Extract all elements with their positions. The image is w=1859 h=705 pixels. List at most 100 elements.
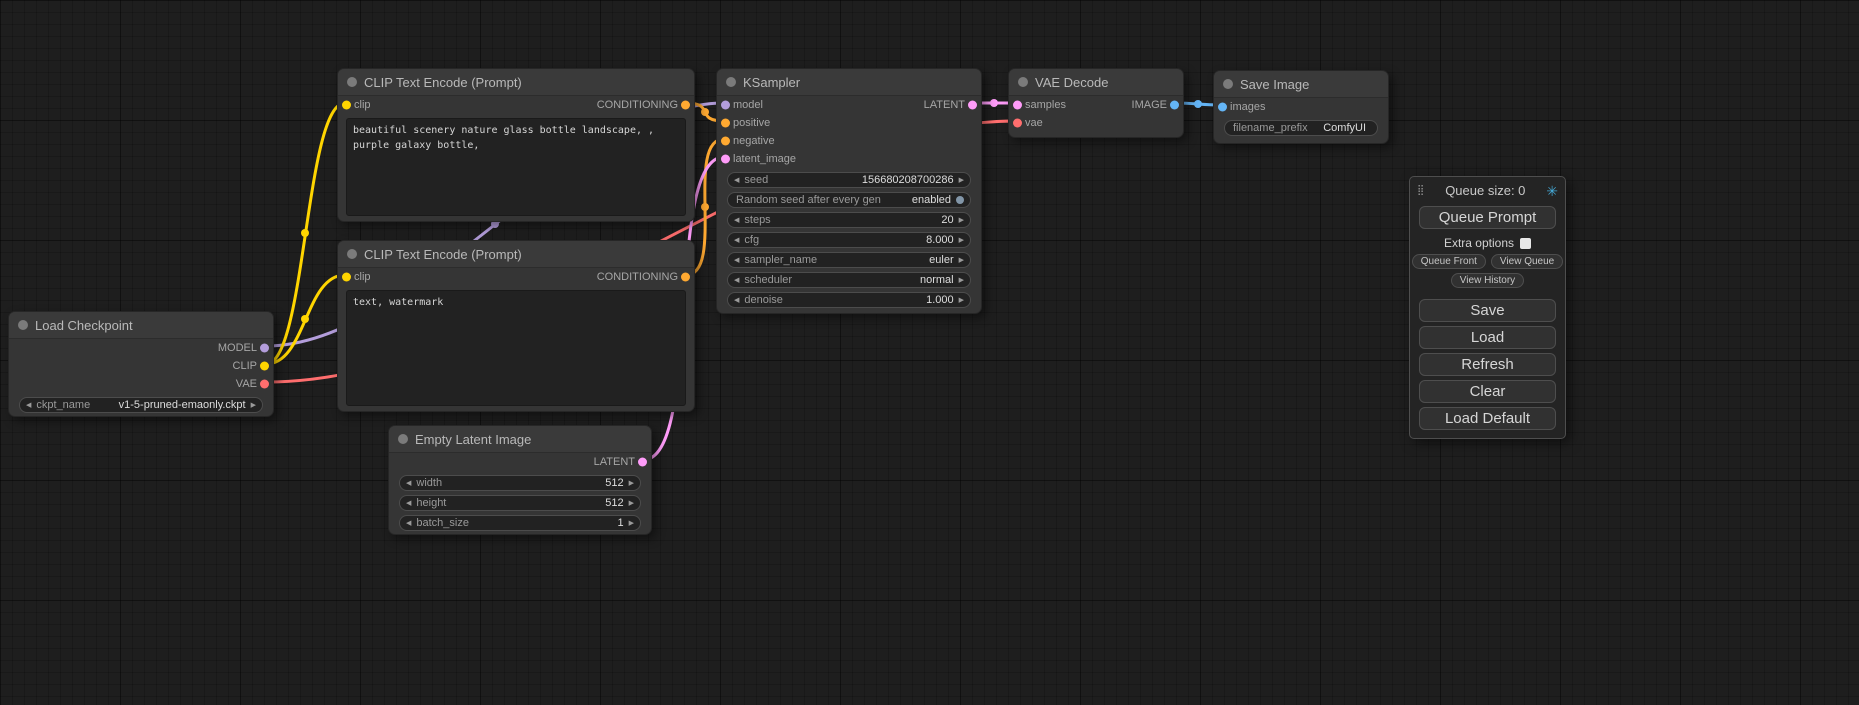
node-ksampler[interactable]: KSampler model LATENT positive negative … — [716, 68, 982, 314]
load-default-button[interactable]: Load Default — [1419, 407, 1556, 430]
filename-prefix-widget[interactable]: filename_prefix ComfyUI — [1224, 120, 1378, 136]
conditioning-output-dot[interactable] — [681, 273, 690, 282]
widget-label: seed — [744, 174, 768, 186]
link-midpoint-dot-image — [1194, 100, 1202, 108]
node-title-bar[interactable]: KSampler — [717, 69, 981, 96]
input-slot-positive: positive — [717, 114, 981, 132]
widget-label: height — [416, 497, 446, 509]
increment-arrow-icon[interactable]: ▶ — [959, 297, 964, 304]
model-output-dot[interactable] — [260, 344, 269, 353]
model-input-dot[interactable] — [721, 101, 730, 110]
latent-output-dot[interactable] — [638, 458, 647, 467]
node-title-bar[interactable]: Save Image — [1214, 71, 1388, 98]
save-button[interactable]: Save — [1419, 299, 1556, 322]
load-button[interactable]: Load — [1419, 326, 1556, 349]
increment-arrow-icon[interactable]: ▶ — [959, 177, 964, 184]
decrement-arrow-icon[interactable]: ◀ — [734, 237, 739, 244]
clip-input-dot[interactable] — [342, 101, 351, 110]
node-title-bar[interactable]: Empty Latent Image — [389, 426, 651, 453]
decrement-arrow-icon[interactable]: ◀ — [734, 217, 739, 224]
ckpt-name-widget[interactable]: ◀ ckpt_name v1-5-pruned-emaonly.ckpt ▶ — [19, 397, 263, 413]
decrement-arrow-icon[interactable]: ◀ — [734, 297, 739, 304]
increment-arrow-icon[interactable]: ▶ — [629, 500, 634, 507]
node-empty-latent-image[interactable]: Empty Latent Image LATENT ◀ width 512 ▶ … — [388, 425, 652, 535]
toggle-on-dot-icon[interactable] — [956, 196, 964, 204]
node-save-image[interactable]: Save Image images filename_prefix ComfyU… — [1213, 70, 1389, 144]
images-input-dot[interactable] — [1218, 103, 1227, 112]
queue-prompt-button[interactable]: Queue Prompt — [1419, 206, 1556, 229]
queue-front-button[interactable]: Queue Front — [1412, 254, 1486, 269]
negative-input-dot[interactable] — [721, 137, 730, 146]
widget-value: 1 — [617, 517, 628, 529]
collapse-dot-icon[interactable] — [347, 249, 357, 259]
conditioning-output-label: CONDITIONING — [597, 99, 678, 111]
vae-input-dot[interactable] — [1013, 119, 1022, 128]
cfg-widget[interactable]: ◀ cfg 8.000 ▶ — [727, 232, 971, 248]
extra-options-checkbox[interactable] — [1520, 238, 1531, 249]
drag-handle-icon[interactable]: ⣿ — [1417, 185, 1424, 196]
sampler-name-widget[interactable]: ◀ sampler_name euler ▶ — [727, 252, 971, 268]
decrement-arrow-icon[interactable]: ◀ — [734, 277, 739, 284]
increment-arrow-icon[interactable]: ▶ — [251, 402, 256, 409]
decrement-arrow-icon[interactable]: ◀ — [26, 402, 31, 409]
conditioning-output-dot[interactable] — [681, 101, 690, 110]
settings-gear-icon[interactable]: ✳ — [1546, 184, 1558, 198]
decrement-arrow-icon[interactable]: ◀ — [406, 520, 411, 527]
latent-output-dot[interactable] — [968, 101, 977, 110]
latent-output-label: LATENT — [924, 99, 965, 111]
increment-arrow-icon[interactable]: ▶ — [959, 277, 964, 284]
node-clip-text-encode-negative[interactable]: CLIP Text Encode (Prompt) clip CONDITION… — [337, 240, 695, 412]
seed-widget[interactable]: ◀ seed 156680208700286 ▶ — [727, 172, 971, 188]
node-title: KSampler — [743, 75, 800, 90]
clip-input-dot[interactable] — [342, 273, 351, 282]
batch-size-widget[interactable]: ◀ batch_size 1 ▶ — [399, 515, 641, 531]
increment-arrow-icon[interactable]: ▶ — [629, 480, 634, 487]
image-output-dot[interactable] — [1170, 101, 1179, 110]
node-title-bar[interactable]: VAE Decode — [1009, 69, 1183, 96]
collapse-dot-icon[interactable] — [1018, 77, 1028, 87]
increment-arrow-icon[interactable]: ▶ — [629, 520, 634, 527]
widget-label: sampler_name — [744, 254, 817, 266]
output-slot-latent: LATENT — [389, 453, 651, 471]
width-widget[interactable]: ◀ width 512 ▶ — [399, 475, 641, 491]
increment-arrow-icon[interactable]: ▶ — [959, 257, 964, 264]
random-seed-toggle-widget[interactable]: Random seed after every gen enabled — [727, 192, 971, 208]
node-load-checkpoint[interactable]: Load Checkpoint MODEL CLIP VAE ◀ ckpt_na… — [8, 311, 274, 417]
denoise-widget[interactable]: ◀ denoise 1.000 ▶ — [727, 292, 971, 308]
steps-widget[interactable]: ◀ steps 20 ▶ — [727, 212, 971, 228]
node-clip-text-encode-positive[interactable]: CLIP Text Encode (Prompt) clip CONDITION… — [337, 68, 695, 222]
view-history-button[interactable]: View History — [1451, 273, 1524, 288]
node-title-bar[interactable]: CLIP Text Encode (Prompt) — [338, 241, 694, 268]
increment-arrow-icon[interactable]: ▶ — [959, 217, 964, 224]
increment-arrow-icon[interactable]: ▶ — [959, 237, 964, 244]
slot-row-clip-conditioning: clip CONDITIONING — [338, 96, 694, 114]
positive-input-label: positive — [733, 117, 770, 129]
decrement-arrow-icon[interactable]: ◀ — [734, 177, 739, 184]
node-title-bar[interactable]: CLIP Text Encode (Prompt) — [338, 69, 694, 96]
samples-input-dot[interactable] — [1013, 101, 1022, 110]
refresh-button[interactable]: Refresh — [1419, 353, 1556, 376]
collapse-dot-icon[interactable] — [18, 320, 28, 330]
node-title-bar[interactable]: Load Checkpoint — [9, 312, 273, 339]
collapse-dot-icon[interactable] — [1223, 79, 1233, 89]
decrement-arrow-icon[interactable]: ◀ — [734, 257, 739, 264]
widget-label: width — [416, 477, 442, 489]
node-graph-canvas[interactable]: Load Checkpoint MODEL CLIP VAE ◀ ckpt_na… — [0, 0, 1859, 705]
clear-button[interactable]: Clear — [1419, 380, 1556, 403]
collapse-dot-icon[interactable] — [347, 77, 357, 87]
positive-prompt-textarea[interactable]: beautiful scenery nature glass bottle la… — [346, 118, 686, 216]
node-vae-decode[interactable]: VAE Decode samples IMAGE vae — [1008, 68, 1184, 138]
clip-output-dot[interactable] — [260, 362, 269, 371]
negative-prompt-textarea[interactable]: text, watermark — [346, 290, 686, 406]
decrement-arrow-icon[interactable]: ◀ — [406, 480, 411, 487]
scheduler-widget[interactable]: ◀ scheduler normal ▶ — [727, 272, 971, 288]
latent-image-input-dot[interactable] — [721, 155, 730, 164]
collapse-dot-icon[interactable] — [398, 434, 408, 444]
decrement-arrow-icon[interactable]: ◀ — [406, 500, 411, 507]
positive-input-dot[interactable] — [721, 119, 730, 128]
vae-output-dot[interactable] — [260, 380, 269, 389]
height-widget[interactable]: ◀ height 512 ▶ — [399, 495, 641, 511]
view-queue-button[interactable]: View Queue — [1491, 254, 1563, 269]
vae-output-label: VAE — [236, 378, 257, 390]
collapse-dot-icon[interactable] — [726, 77, 736, 87]
